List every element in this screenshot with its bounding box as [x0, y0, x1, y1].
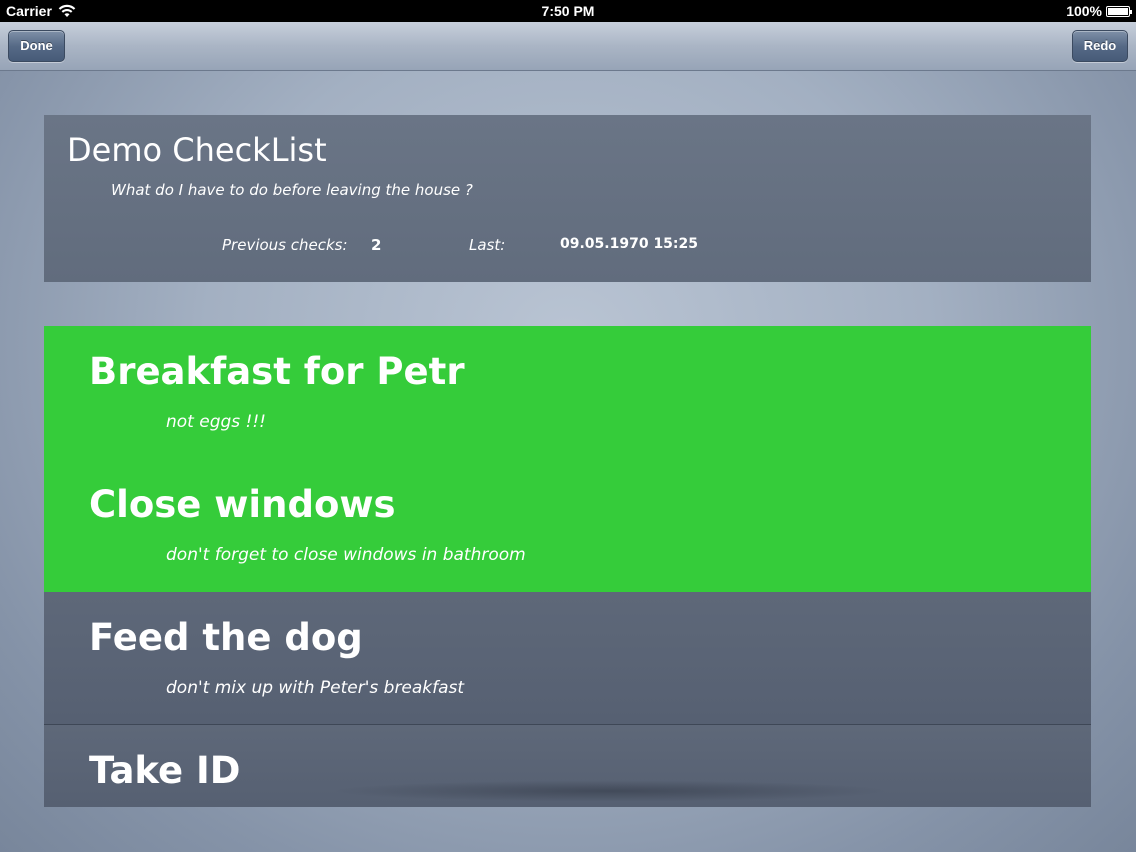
- checklist-title: Demo CheckList: [67, 131, 327, 169]
- previous-checks-label: Previous checks:: [222, 236, 348, 254]
- checklist-items: Breakfast for Petr not eggs !!! Close wi…: [44, 326, 1091, 807]
- checklist-item[interactable]: Feed the dog don't mix up with Peter's b…: [44, 592, 1091, 725]
- checklist-header-card: Demo CheckList What do I have to do befo…: [44, 115, 1091, 282]
- item-note: not eggs !!!: [166, 412, 266, 432]
- last-check-label: Last:: [469, 236, 506, 254]
- battery-icon: [1106, 5, 1132, 17]
- previous-checks-value: 2: [371, 236, 382, 254]
- item-title: Take ID: [89, 749, 241, 792]
- checklist-description: What do I have to do before leaving the …: [111, 181, 473, 199]
- checklist-item[interactable]: Take ID: [44, 725, 1091, 807]
- item-title: Feed the dog: [89, 616, 363, 659]
- battery-percent: 100%: [1066, 3, 1102, 19]
- checklist-item[interactable]: Breakfast for Petr not eggs !!!: [44, 326, 1091, 459]
- item-note: don't forget to close windows in bathroo…: [166, 545, 526, 565]
- item-title: Breakfast for Petr: [89, 350, 465, 393]
- battery-group: 100%: [1066, 3, 1132, 19]
- item-title: Close windows: [89, 483, 396, 526]
- battery-level-fill: [1108, 7, 1128, 15]
- last-check-value: 09.05.1970 15:25: [560, 236, 699, 252]
- redo-button[interactable]: Redo: [1072, 30, 1128, 62]
- checklist-item[interactable]: Close windows don't forget to close wind…: [44, 459, 1091, 592]
- done-button[interactable]: Done: [8, 30, 65, 62]
- item-note: don't mix up with Peter's breakfast: [166, 678, 465, 698]
- status-bar: Carrier 7:50 PM 100%: [0, 0, 1136, 22]
- status-time: 7:50 PM: [541, 3, 595, 19]
- navigation-bar: Done Redo: [0, 22, 1136, 71]
